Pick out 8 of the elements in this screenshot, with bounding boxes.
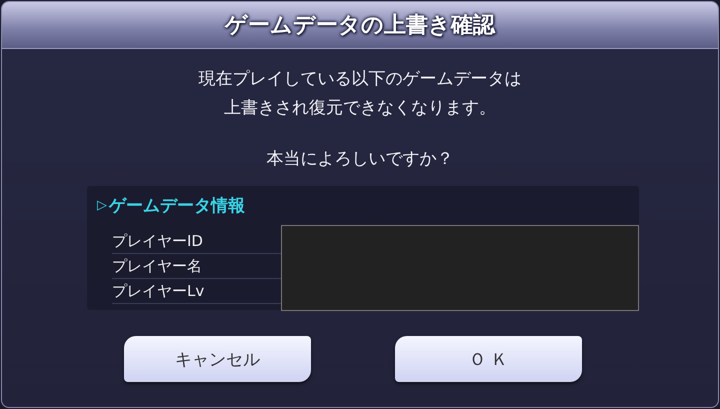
dialog-title: ゲームデータの上書き確認: [225, 12, 495, 40]
section-heading: ゲームデータ情報: [109, 195, 245, 217]
dialog-button[interactable]: Ｏ Ｋ: [395, 336, 582, 382]
triangle-icon: ▷: [97, 198, 107, 213]
message-text: 現在プレイしている以下のゲームデータは: [198, 68, 522, 90]
message-text: 上書きされ復元できなくなります。: [224, 97, 496, 119]
dialog-button[interactable]: キャンセル: [124, 336, 311, 382]
question-text: 本当によろしいですか？: [266, 148, 454, 170]
